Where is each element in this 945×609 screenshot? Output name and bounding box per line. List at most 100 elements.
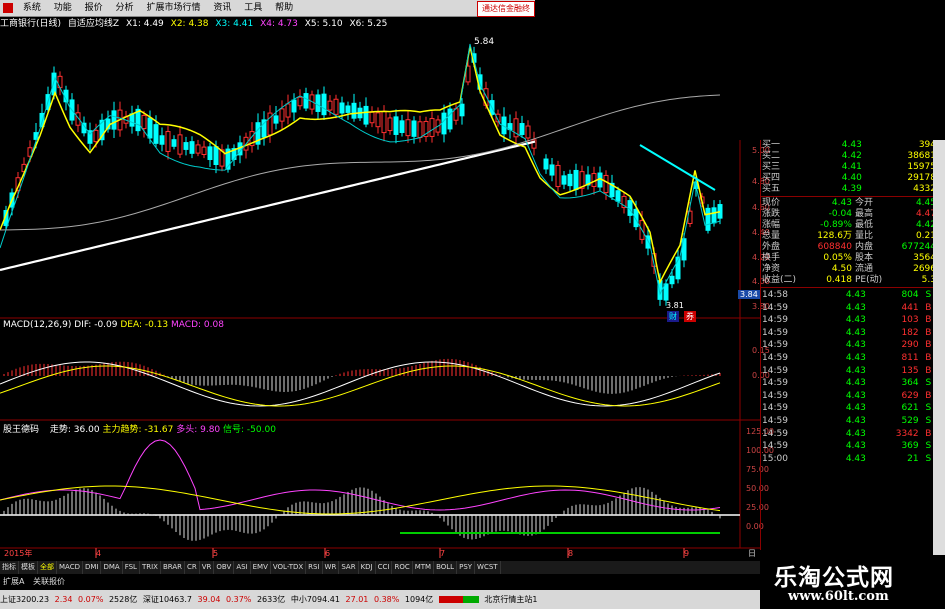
tab-related-quote[interactable]: 关联报价 bbox=[30, 577, 68, 586]
extra-tab-bar: 扩展A 关联报价 bbox=[0, 575, 68, 589]
ma-x3: X3: 4.41 bbox=[215, 19, 254, 29]
tick-price: 4.43 bbox=[845, 352, 866, 363]
bid-label: 买三 bbox=[762, 162, 781, 172]
stat-value: 3564 bbox=[913, 253, 936, 263]
tick-row[interactable]: 14:59 4.43 290 B bbox=[761, 339, 937, 352]
server-name[interactable]: 北京行情主站1 bbox=[484, 595, 537, 604]
indicator-tab[interactable]: VOL-TDX bbox=[271, 561, 307, 574]
tick-row[interactable]: 14:59 4.43 3342 B bbox=[761, 428, 937, 441]
tick-price: 4.43 bbox=[845, 415, 866, 426]
candle-body bbox=[153, 124, 159, 144]
ma-x5: X5: 5.10 bbox=[304, 19, 343, 29]
indicator-tab[interactable]: KDJ bbox=[359, 561, 376, 574]
candle-body bbox=[441, 112, 447, 135]
gs-main-trend: 主力趋势: -31.67 bbox=[102, 425, 174, 435]
candle-body bbox=[165, 131, 171, 152]
indicator-tab[interactable]: CCI bbox=[376, 561, 393, 574]
bid-row[interactable]: 买五 4.39 4332 bbox=[761, 184, 937, 195]
tick-row[interactable]: 14:59 4.43 621 S bbox=[761, 402, 937, 415]
indicator-tab[interactable]: SAR bbox=[339, 561, 359, 574]
indicator-tab[interactable]: ROC bbox=[392, 561, 413, 574]
indicator-tab[interactable]: CR bbox=[185, 561, 200, 574]
candle-body bbox=[429, 118, 435, 137]
bid-volume: 15975 bbox=[907, 162, 936, 172]
kline-chart[interactable] bbox=[0, 30, 760, 562]
marker-cai[interactable]: 财 bbox=[667, 311, 679, 322]
indicator-tab[interactable]: EMV bbox=[251, 561, 271, 574]
indicator-tab[interactable]: PSY bbox=[457, 561, 476, 574]
sz-amount: 2633亿 bbox=[256, 595, 286, 604]
tick-row[interactable]: 14:59 4.43 103 B bbox=[761, 314, 937, 327]
macd-dea: DEA: -0.13 bbox=[120, 320, 169, 330]
bid-row[interactable]: 买一 4.43 394 bbox=[761, 140, 937, 151]
quote-scrollbar[interactable] bbox=[933, 140, 945, 555]
stat-label: 换手 bbox=[762, 253, 781, 263]
indicator-tab[interactable]: 全部 bbox=[38, 561, 57, 574]
tick-volume: 182 bbox=[901, 327, 919, 338]
candle-body bbox=[285, 103, 291, 118]
bid-row[interactable]: 买四 4.40 29178 bbox=[761, 173, 937, 184]
bid-label: 买五 bbox=[762, 184, 781, 194]
indicator-tab[interactable]: WCST bbox=[475, 561, 501, 574]
menu-quote[interactable]: 报价 bbox=[80, 0, 108, 16]
tick-row[interactable]: 14:59 4.43 629 B bbox=[761, 390, 937, 403]
menu-help[interactable]: 帮助 bbox=[270, 0, 298, 16]
tick-row[interactable]: 15:00 4.43 21 S bbox=[761, 453, 937, 466]
indicator-tab[interactable]: MTM bbox=[413, 561, 435, 574]
indicator-tab[interactable]: VR bbox=[200, 561, 215, 574]
indicator-tab[interactable]: 模板 bbox=[19, 561, 38, 574]
marker-quan[interactable]: 券 bbox=[684, 311, 696, 322]
tick-row[interactable]: 14:59 4.43 369 S bbox=[761, 440, 937, 453]
menu-news[interactable]: 资讯 bbox=[208, 0, 236, 16]
zx-index: 中小7094.41 bbox=[290, 595, 340, 604]
menu-ext-market[interactable]: 扩展市场行情 bbox=[141, 0, 205, 16]
tick-row[interactable]: 14:59 4.43 811 B bbox=[761, 352, 937, 365]
menu-analysis[interactable]: 分析 bbox=[111, 0, 139, 16]
indicator-tab[interactable]: MACD bbox=[57, 561, 83, 574]
candle-body bbox=[711, 207, 717, 224]
tick-row[interactable]: 14:59 4.43 182 B bbox=[761, 327, 937, 340]
high-price-label: 5.84 bbox=[474, 37, 495, 47]
indicator-tab[interactable]: OBV bbox=[214, 561, 235, 574]
tick-row[interactable]: 14:59 4.43 364 S bbox=[761, 377, 937, 390]
tick-price: 4.43 bbox=[845, 428, 866, 439]
bid-row[interactable]: 买二 4.42 38681 bbox=[761, 151, 937, 162]
menu-tools[interactable]: 工具 bbox=[239, 0, 267, 16]
indicator-tab[interactable]: BRAR bbox=[161, 561, 185, 574]
tick-row[interactable]: 14:58 4.43 804 S bbox=[761, 289, 937, 302]
stat-value: 4.47 bbox=[915, 209, 936, 219]
indicator-tab[interactable]: FSL bbox=[123, 561, 140, 574]
tick-volume: 441 bbox=[901, 302, 919, 313]
indicator-tab[interactable]: ASI bbox=[234, 561, 251, 574]
date-month: 5 bbox=[213, 549, 219, 558]
tick-row[interactable]: 14:59 4.43 135 B bbox=[761, 365, 937, 378]
indicator-tab[interactable]: BOLL bbox=[434, 561, 458, 574]
tab-ext-a[interactable]: 扩展A bbox=[0, 577, 27, 586]
stats-table: 现价 4.43 今开 4.45 涨跌 -0.04 最高 4.47 涨幅 -0.89% 最低 4.42 总… bbox=[761, 198, 937, 286]
stat-value: 4.50 bbox=[831, 264, 852, 274]
tick-price: 4.43 bbox=[845, 315, 866, 326]
market-strength-bar bbox=[438, 596, 479, 603]
stat-value: 5.3 bbox=[921, 275, 936, 285]
bid-price: 4.41 bbox=[841, 162, 862, 172]
tick-time: 14:59 bbox=[762, 403, 788, 414]
stat-label: 股本 bbox=[854, 253, 873, 263]
bid-volume: 38681 bbox=[907, 151, 936, 161]
bid-row[interactable]: 买三 4.41 15975 bbox=[761, 162, 937, 173]
indicator-tab[interactable]: 指标 bbox=[0, 561, 19, 574]
indicator-tab[interactable]: WR bbox=[323, 561, 340, 574]
tick-row[interactable]: 14:59 4.43 529 S bbox=[761, 415, 937, 428]
indicator-tab[interactable]: DMI bbox=[83, 561, 102, 574]
indicator-tab[interactable]: RSI bbox=[306, 561, 323, 574]
tick-row[interactable]: 14:59 4.43 441 B bbox=[761, 302, 937, 315]
promo-banner[interactable]: 通达信金融终 bbox=[477, 1, 535, 17]
candle-body bbox=[549, 164, 555, 176]
tick-time: 14:59 bbox=[762, 352, 788, 363]
tick-price: 4.43 bbox=[845, 378, 866, 389]
menu-system[interactable]: 系统 bbox=[18, 0, 46, 16]
menu-function[interactable]: 功能 bbox=[49, 0, 77, 16]
indicator-tab[interactable]: TRIX bbox=[140, 561, 161, 574]
indicator-tab[interactable]: DMA bbox=[101, 561, 123, 574]
indicator-tab-bar: 指标 模板 全部 MACD DMI DMA FSL TRIX BRAR CR VR OBV ASI EMV… bbox=[0, 561, 760, 574]
bid-volume: 4332 bbox=[913, 184, 936, 194]
